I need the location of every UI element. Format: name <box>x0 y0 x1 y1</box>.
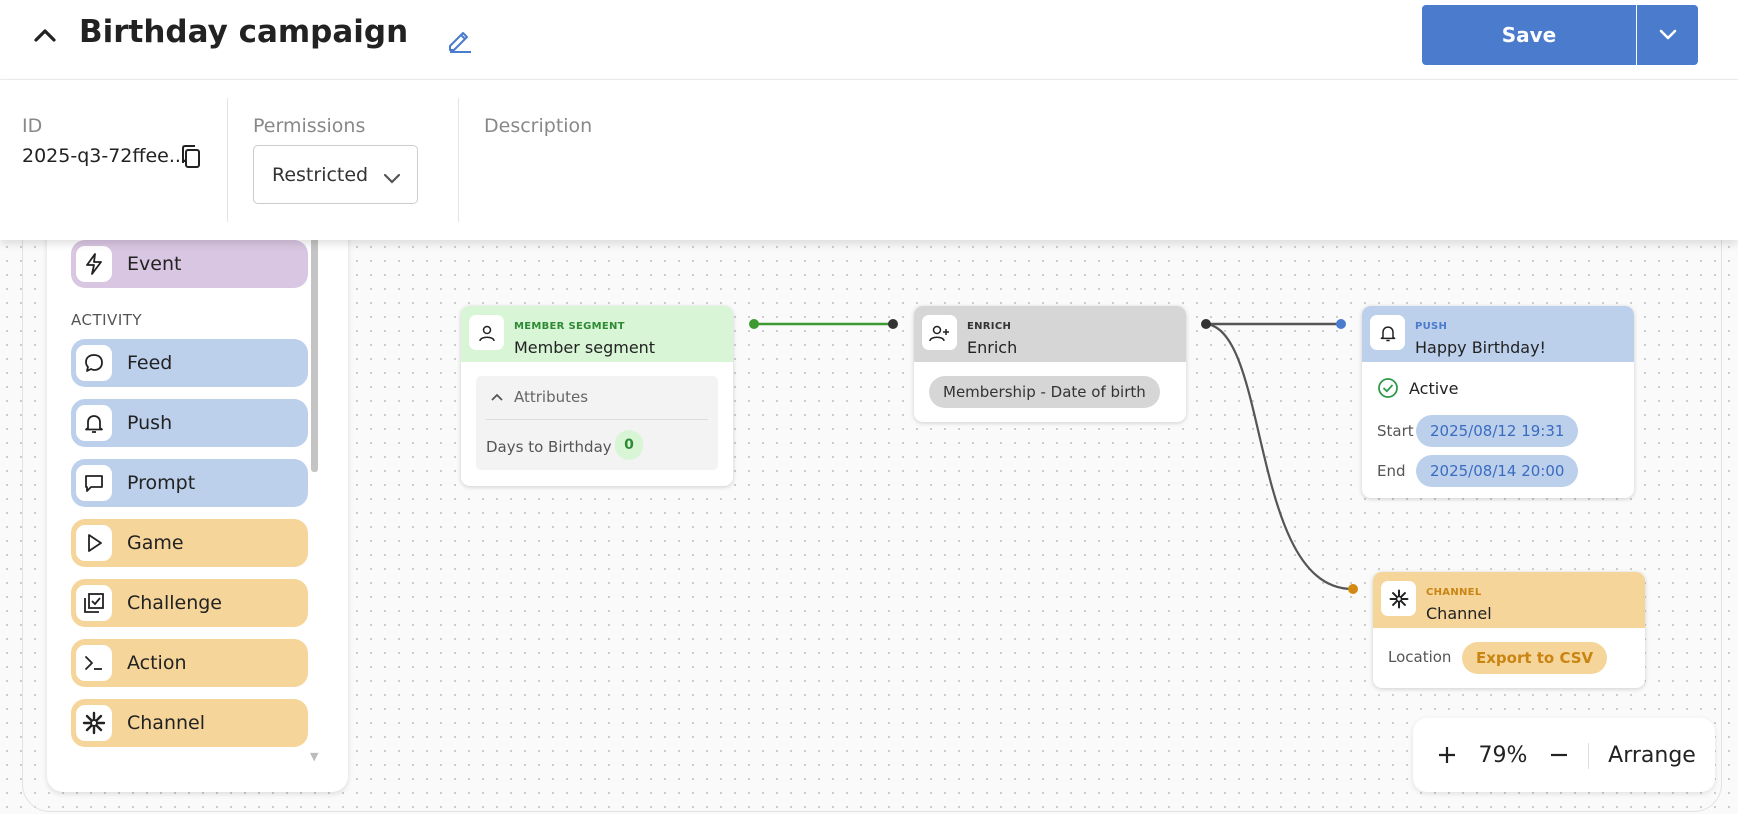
palette-item-action[interactable]: Action <box>71 639 308 687</box>
save-button-group: Save <box>1422 5 1698 65</box>
node-enrich[interactable]: ENRICH Enrich Membership - Date of birth <box>914 306 1186 422</box>
palette-item-challenge[interactable]: Challenge <box>71 579 308 627</box>
attributes-label: Attributes <box>514 388 589 406</box>
node-body: Attributes Days to Birthday 0 <box>461 362 733 486</box>
node-name: Channel <box>1426 604 1492 623</box>
collapse-chevron-up-icon[interactable] <box>30 20 60 50</box>
palette-scrollbar[interactable] <box>311 200 318 472</box>
asterisk-icon <box>1381 581 1416 616</box>
node-type-label: CHANNEL <box>1426 587 1482 598</box>
palette-item-label: Event <box>127 253 182 275</box>
divider <box>458 98 459 222</box>
node-header: ENRICH Enrich <box>914 306 1186 362</box>
node-body: Membership - Date of birth <box>914 362 1186 422</box>
permissions-value: Restricted <box>272 163 369 186</box>
node-name: Happy Birthday! <box>1415 338 1546 357</box>
asterisk-icon <box>76 705 112 741</box>
id-value: 2025-q3-72ffee... <box>22 145 187 167</box>
node-push[interactable]: PUSH Happy Birthday! Active Start 2025/0… <box>1362 306 1634 498</box>
terminal-icon <box>76 645 112 681</box>
header-bar: Birthday campaign Save <box>0 0 1738 80</box>
input-port[interactable] <box>888 319 898 329</box>
divider <box>1588 743 1589 769</box>
bell-icon <box>76 405 112 441</box>
chevron-up-icon <box>491 393 503 401</box>
location-value-chip: Export to CSV <box>1462 642 1608 674</box>
palette-item-feed[interactable]: Feed <box>71 339 308 387</box>
checklist-icon <box>76 585 112 621</box>
permissions-label: Permissions <box>253 115 366 137</box>
palette-item-label: Push <box>127 412 173 434</box>
divider <box>227 98 228 222</box>
node-type-label: ENRICH <box>967 321 1012 332</box>
enrich-field-chip: Membership - Date of birth <box>929 376 1160 408</box>
divider <box>486 419 708 420</box>
edit-pencil-icon[interactable] <box>444 24 474 54</box>
node-type-label: PUSH <box>1415 321 1448 332</box>
campaign-details-panel: ID 2025-q3-72ffee... Permissions Restric… <box>0 80 1738 240</box>
save-button[interactable]: Save <box>1422 5 1637 65</box>
palette-item-label: Feed <box>127 352 173 374</box>
zoom-toolbar: 79% Arrange <box>1413 718 1715 792</box>
status-row: Active <box>1377 377 1459 399</box>
description-label: Description <box>484 115 593 137</box>
attributes-panel: Attributes Days to Birthday 0 <box>476 376 718 470</box>
palette-item-label: Channel <box>127 712 206 734</box>
chat-bubble-icon <box>76 345 112 381</box>
user-icon <box>469 315 504 350</box>
copy-icon[interactable] <box>180 144 202 170</box>
scroll-down-arrow-icon[interactable]: ▼ <box>310 750 318 763</box>
chevron-down-icon <box>383 168 401 190</box>
message-square-icon <box>76 465 112 501</box>
palette-item-push[interactable]: Push <box>71 399 308 447</box>
palette-item-prompt[interactable]: Prompt <box>71 459 308 507</box>
attribute-value-chip: 0 <box>615 430 643 460</box>
zoom-in-plus-icon[interactable] <box>1429 718 1465 792</box>
palette-item-label: Prompt <box>127 472 196 494</box>
campaign-title: Birthday campaign <box>79 14 409 50</box>
node-name: Member segment <box>514 338 656 357</box>
palette-item-label: Game <box>127 532 184 554</box>
node-header: PUSH Happy Birthday! <box>1362 306 1634 362</box>
attributes-toggle[interactable]: Attributes <box>490 388 588 406</box>
node-header: CHANNEL Channel <box>1373 572 1645 628</box>
end-label: End <box>1377 462 1406 480</box>
node-type-label: MEMBER SEGMENT <box>514 321 625 332</box>
node-member-segment[interactable]: MEMBER SEGMENT Member segment Attributes… <box>461 306 733 486</box>
check-circle-icon <box>1378 378 1398 398</box>
node-header: MEMBER SEGMENT Member segment <box>461 306 733 362</box>
play-icon <box>76 525 112 561</box>
attribute-name: Days to Birthday <box>486 438 612 456</box>
palette-item-label: Challenge <box>127 592 222 614</box>
zoom-out-minus-icon[interactable] <box>1541 718 1577 792</box>
node-body: Active Start 2025/08/12 19:31 End 2025/0… <box>1362 362 1634 498</box>
start-date-chip: 2025/08/12 19:31 <box>1416 415 1579 447</box>
activity-section-label: ACTIVITY <box>71 311 143 329</box>
lightning-icon <box>76 246 112 282</box>
bell-icon <box>1370 315 1405 350</box>
start-label: Start <box>1377 422 1414 440</box>
output-port[interactable] <box>749 319 759 329</box>
palette-item-event[interactable]: Event <box>71 240 308 288</box>
location-label: Location <box>1388 648 1452 666</box>
end-date-chip: 2025/08/14 20:00 <box>1416 455 1579 487</box>
save-options-chevron-down-icon[interactable] <box>1637 5 1698 65</box>
palette-item-channel[interactable]: Channel <box>71 699 308 747</box>
node-channel[interactable]: CHANNEL Channel Location Export to CSV <box>1373 572 1645 688</box>
input-port[interactable] <box>1336 319 1346 329</box>
permissions-select[interactable]: Restricted <box>253 145 418 204</box>
node-name: Enrich <box>967 338 1018 357</box>
palette-item-label: Action <box>127 652 187 674</box>
status-text: Active <box>1409 378 1459 398</box>
add-user-icon <box>922 315 957 350</box>
output-port[interactable] <box>1201 319 1211 329</box>
zoom-level: 79% <box>1478 742 1528 768</box>
palette-item-game[interactable]: Game <box>71 519 308 567</box>
node-body: Location Export to CSV <box>1373 628 1645 688</box>
id-label: ID <box>22 115 43 137</box>
input-port[interactable] <box>1348 584 1358 594</box>
arrange-button[interactable]: Arrange <box>1597 718 1707 792</box>
